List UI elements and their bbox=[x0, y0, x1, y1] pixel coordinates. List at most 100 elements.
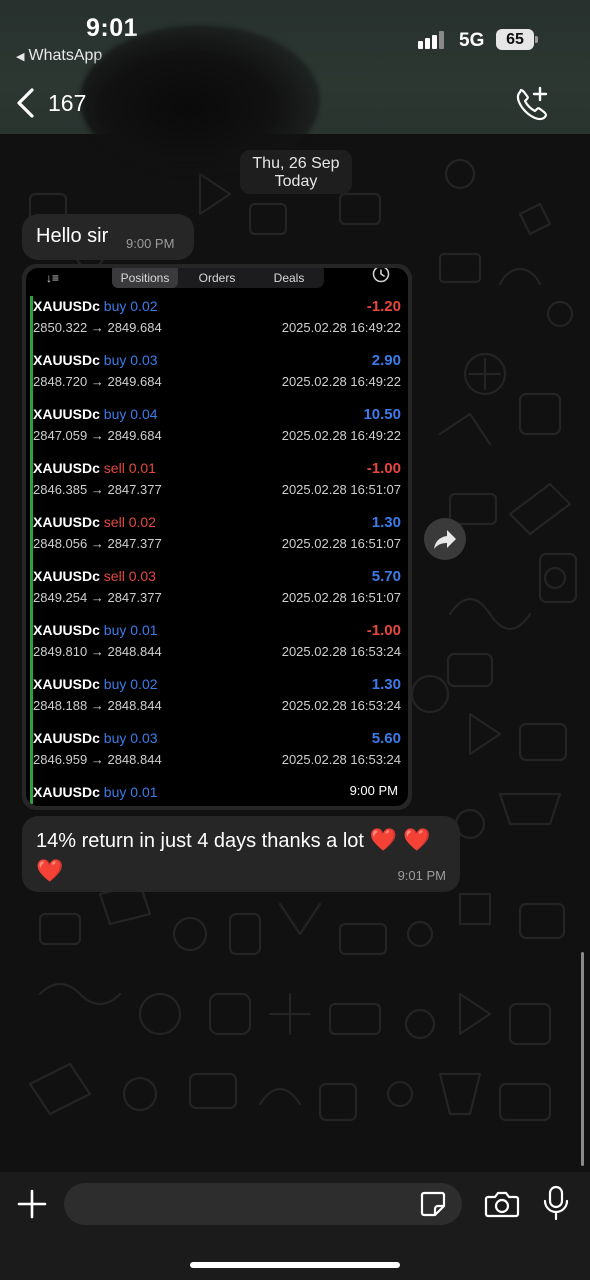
position-profit: 10.50 bbox=[363, 406, 401, 423]
position-date: 2025.02.28 16:51:07 bbox=[281, 482, 401, 497]
scrollbar[interactable] bbox=[581, 952, 584, 1166]
position-current-price: 2849.684 bbox=[107, 320, 162, 335]
position-volume: 0.01 bbox=[128, 460, 156, 476]
position-row: XAUUSDc buy 0.04 2847.059 → 2849.684 10.50… bbox=[33, 406, 403, 460]
unread-count[interactable]: 167 bbox=[48, 90, 86, 117]
position-current-price: 2848.844 bbox=[107, 752, 162, 767]
message-bubble-greeting[interactable]: Hello sir 9:00 PM bbox=[22, 214, 194, 260]
position-symbol: XAUUSDc bbox=[33, 676, 100, 692]
sticker-icon[interactable] bbox=[418, 1189, 448, 1219]
position-profit: -1.20 bbox=[366, 298, 401, 315]
trading-screenshot-image[interactable]: ↓≡ Positions Orders Deals XAUUSDc buy 0.… bbox=[26, 268, 408, 806]
position-symbol-line: XAUUSDc buy 0.04 bbox=[33, 406, 158, 422]
position-open-price: 2847.059 bbox=[33, 428, 88, 443]
position-side: buy bbox=[103, 406, 127, 422]
image-time: 9:00 PM bbox=[349, 783, 398, 798]
position-symbol: XAUUSDc bbox=[33, 298, 100, 314]
composer-bar bbox=[0, 1172, 590, 1280]
message-input[interactable] bbox=[64, 1183, 462, 1225]
position-volume: 0.02 bbox=[128, 514, 156, 530]
position-date: 2025.02.28 16:51:07 bbox=[281, 536, 401, 551]
date-line-2: Today bbox=[274, 173, 318, 190]
position-volume: 0.02 bbox=[130, 676, 158, 692]
battery-icon: 65 bbox=[496, 29, 534, 50]
position-prices: 2848.188 → 2848.844 bbox=[33, 698, 162, 713]
position-side: buy bbox=[103, 676, 127, 692]
position-symbol: XAUUSDc bbox=[33, 568, 100, 584]
position-symbol-line: XAUUSDc buy 0.01 bbox=[33, 784, 158, 800]
position-prices: 2848.056 → 2847.377 bbox=[33, 536, 162, 551]
position-symbol-line: XAUUSDc buy 0.02 bbox=[33, 676, 158, 692]
message-text: Hello sir bbox=[36, 225, 109, 247]
forward-button[interactable] bbox=[424, 518, 466, 560]
date-separator: Thu, 26 Sep Today bbox=[240, 150, 352, 194]
position-volume: 0.03 bbox=[128, 568, 156, 584]
position-symbol-line: XAUUSDc buy 0.03 bbox=[33, 730, 158, 746]
add-call-icon[interactable] bbox=[512, 84, 552, 124]
position-date: 2025.02.28 16:53:24 bbox=[281, 644, 401, 659]
position-side: sell bbox=[103, 514, 125, 530]
message-bubble-image[interactable]: ↓≡ Positions Orders Deals XAUUSDc buy 0.… bbox=[22, 264, 412, 810]
signal-icon bbox=[418, 31, 448, 49]
position-side: buy bbox=[103, 352, 127, 368]
message-time: 9:01 PM bbox=[397, 868, 446, 883]
plus-icon[interactable] bbox=[16, 1188, 48, 1220]
position-date: 2025.02.28 16:49:22 bbox=[281, 320, 401, 335]
position-symbol: XAUUSDc bbox=[33, 784, 100, 800]
message-time: 9:00 PM bbox=[126, 236, 175, 251]
position-open-price: 2848.720 bbox=[33, 374, 88, 389]
position-side: buy bbox=[103, 622, 127, 638]
mic-icon[interactable] bbox=[542, 1185, 570, 1221]
position-side: buy bbox=[103, 298, 127, 314]
position-current-price: 2848.844 bbox=[107, 644, 162, 659]
date-line-1: Thu, 26 Sep bbox=[252, 155, 340, 172]
position-profit: 2.90 bbox=[371, 352, 401, 369]
position-date: 2025.02.28 16:51:07 bbox=[281, 590, 401, 605]
tab-positions: Positions bbox=[112, 268, 178, 288]
position-open-price: 2849.810 bbox=[33, 644, 88, 659]
position-prices: 2849.810 → 2848.844 bbox=[33, 644, 162, 659]
position-profit: -1.00 bbox=[366, 622, 401, 639]
camera-icon[interactable] bbox=[484, 1188, 520, 1220]
position-row: XAUUSDc sell 0.02 2848.056 → 2847.377 1.30… bbox=[33, 514, 403, 568]
forward-icon bbox=[434, 530, 456, 549]
position-row: XAUUSDc sell 0.01 2846.385 → 2847.377 -1.0… bbox=[33, 460, 403, 514]
position-symbol-line: XAUUSDc sell 0.03 bbox=[33, 568, 156, 584]
position-volume: 0.03 bbox=[130, 352, 158, 368]
position-current-price: 2847.377 bbox=[107, 482, 162, 497]
message-text: 14% return in just 4 days thanks a lot bbox=[36, 830, 364, 852]
position-prices: 2846.385 → 2847.377 bbox=[33, 482, 162, 497]
back-chevron-icon[interactable] bbox=[14, 86, 38, 120]
position-row: XAUUSDc buy 0.01 bbox=[33, 784, 403, 806]
position-current-price: 2849.684 bbox=[107, 374, 162, 389]
position-symbol: XAUUSDc bbox=[33, 352, 100, 368]
position-volume: 0.01 bbox=[130, 784, 158, 800]
position-symbol: XAUUSDc bbox=[33, 514, 100, 530]
position-volume: 0.01 bbox=[130, 622, 158, 638]
position-row: XAUUSDc buy 0.03 2848.720 → 2849.684 2.90 2… bbox=[33, 352, 403, 406]
segmented-control: Positions Orders Deals bbox=[112, 268, 324, 288]
position-side: sell bbox=[103, 460, 125, 476]
position-symbol: XAUUSDc bbox=[33, 460, 100, 476]
position-row: XAUUSDc buy 0.01 2849.810 → 2848.844 -1.00… bbox=[33, 622, 403, 676]
position-current-price: 2848.844 bbox=[107, 698, 162, 713]
position-prices: 2846.959 → 2848.844 bbox=[33, 752, 162, 767]
chat-header: 9:01 ◀ WhatsApp 5G 65 167 bbox=[0, 0, 590, 175]
position-date: 2025.02.28 16:53:24 bbox=[281, 698, 401, 713]
home-indicator bbox=[190, 1262, 400, 1268]
position-open-price: 2850.322 bbox=[33, 320, 88, 335]
message-bubble-thanks[interactable]: 14% return in just 4 days thanks a lot ❤… bbox=[22, 816, 460, 892]
position-profit: 1.30 bbox=[371, 676, 401, 693]
message-text-wrapper: 14% return in just 4 days thanks a lot ❤… bbox=[36, 825, 446, 887]
status-back-to-app[interactable]: ◀ WhatsApp bbox=[16, 47, 102, 65]
position-side: buy bbox=[103, 730, 127, 746]
position-date: 2025.02.28 16:49:22 bbox=[281, 428, 401, 443]
clock-icon bbox=[372, 268, 390, 283]
tab-deals: Deals bbox=[273, 271, 305, 285]
position-symbol: XAUUSDc bbox=[33, 406, 100, 422]
position-prices: 2848.720 → 2849.684 bbox=[33, 374, 162, 389]
position-symbol-line: XAUUSDc sell 0.02 bbox=[33, 514, 156, 530]
position-profit: 5.70 bbox=[371, 568, 401, 585]
position-row: XAUUSDc buy 0.03 2846.959 → 2848.844 5.60 2… bbox=[33, 730, 403, 784]
position-volume: 0.04 bbox=[130, 406, 158, 422]
